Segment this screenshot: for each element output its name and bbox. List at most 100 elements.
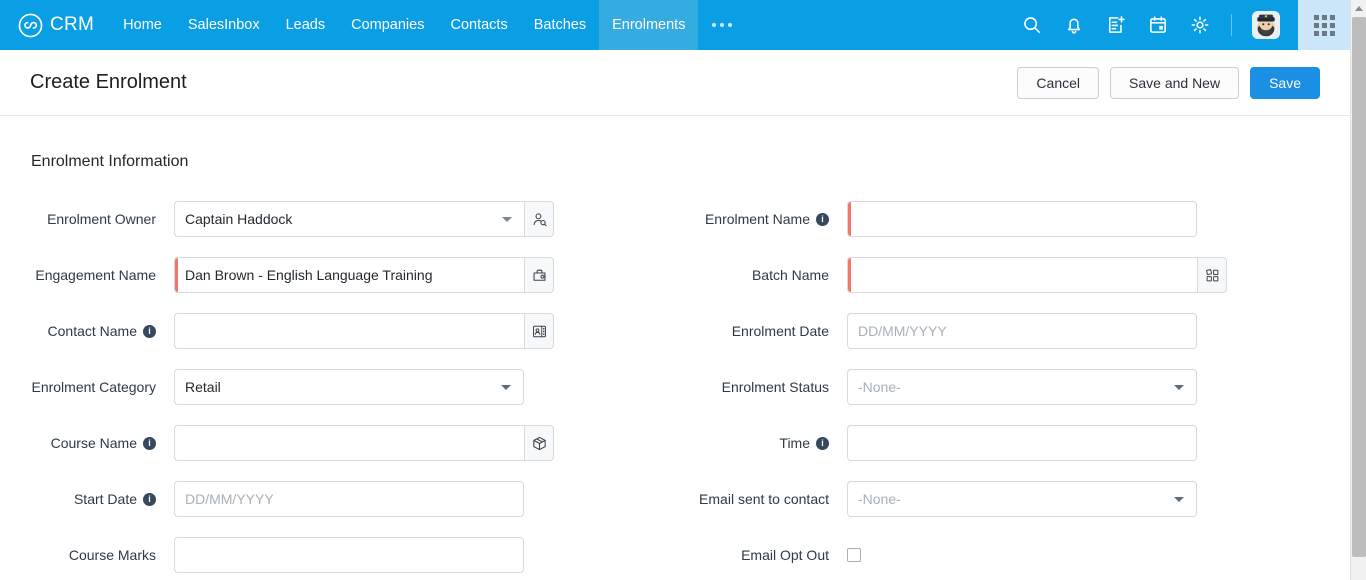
chevron-down-icon[interactable]	[1174, 385, 1184, 390]
package-box-icon	[532, 436, 546, 450]
input-batch-name[interactable]	[847, 257, 1197, 293]
form-columns: Enrolment Owner Captain Haddock Engagement…	[0, 171, 1350, 580]
input-engagement-name[interactable]: Dan Brown - English Language Training	[174, 257, 524, 293]
chevron-down-icon[interactable]	[501, 385, 511, 390]
label-text: Course Name	[50, 435, 137, 451]
info-icon[interactable]: i	[143, 492, 156, 506]
chevron-down-icon[interactable]	[1174, 497, 1184, 502]
nav-item-batches[interactable]: Batches	[521, 0, 599, 50]
input-course-name[interactable]	[174, 425, 524, 461]
bell-icon[interactable]	[1063, 14, 1085, 36]
control-email-sent-to-contact: -None-	[847, 481, 1197, 517]
info-icon[interactable]: i	[816, 436, 829, 450]
field-email-opt-out: Email Opt Out	[675, 527, 1350, 580]
field-time: Time i	[675, 415, 1350, 471]
label-contact-name: Contact Name i	[0, 323, 174, 339]
nav-item-companies[interactable]: Companies	[338, 0, 437, 50]
avatar[interactable]	[1252, 11, 1280, 39]
field-course-marks: Course Marks	[0, 527, 675, 580]
info-icon[interactable]: i	[816, 212, 829, 226]
input-enrolment-name[interactable]	[847, 201, 1197, 237]
input-placeholder: -None-	[858, 379, 901, 395]
field-enrolment-category: Enrolment Category Retail	[0, 359, 675, 415]
input-contact-name[interactable]	[174, 313, 524, 349]
input-course-marks[interactable]	[174, 537, 524, 573]
control-course-name	[174, 425, 554, 461]
control-enrolment-status: -None-	[847, 369, 1197, 405]
field-enrolment-name: Enrolment Name i	[675, 191, 1350, 247]
section-title: Enrolment Information	[31, 153, 189, 170]
search-icon[interactable]	[1021, 14, 1043, 36]
control-start-date: DD/MM/YYYY	[174, 481, 524, 517]
engagement-briefcase-lookup-button[interactable]	[524, 257, 554, 293]
app-switcher-button[interactable]	[1298, 0, 1350, 50]
label-text: Batch Name	[751, 267, 829, 283]
label-course-marks: Course Marks	[0, 547, 174, 563]
input-value: Captain Haddock	[185, 211, 293, 227]
zoho-loop-logo-icon	[18, 13, 43, 37]
label-engagement-name: Engagement Name	[0, 267, 174, 283]
nav-item-leads[interactable]: Leads	[273, 0, 339, 50]
input-enrolment-date[interactable]: DD/MM/YYYY	[847, 313, 1197, 349]
control-enrolment-owner: Captain Haddock	[174, 201, 554, 237]
nav-item-salesinbox[interactable]: SalesInbox	[175, 0, 273, 50]
field-start-date: Start Date i DD/MM/YYYY	[0, 471, 675, 527]
input-enrolment-category[interactable]: Retail	[174, 369, 524, 405]
brand-label: CRM	[50, 14, 95, 35]
cancel-button[interactable]: Cancel	[1017, 66, 1100, 99]
input-enrolment-status[interactable]: -None-	[847, 369, 1197, 405]
control-enrolment-date: DD/MM/YYYY	[847, 313, 1197, 349]
package-box-lookup-button[interactable]	[524, 425, 554, 461]
label-text: Start Date	[73, 491, 137, 507]
input-placeholder: -None-	[858, 491, 901, 507]
app-grid-icon	[1313, 14, 1335, 36]
label-text: Enrolment Owner	[47, 211, 156, 227]
label-enrolment-category: Enrolment Category	[0, 379, 174, 395]
input-value: Retail	[185, 379, 221, 395]
input-start-date[interactable]: DD/MM/YYYY	[174, 481, 524, 517]
input-email-sent-to-contact[interactable]: -None-	[847, 481, 1197, 517]
scrollbar-thumb[interactable]	[1352, 17, 1366, 557]
control-email-opt-out	[847, 548, 861, 562]
input-placeholder: DD/MM/YYYY	[185, 491, 274, 507]
user-search-icon	[533, 212, 547, 226]
field-batch-name: Batch Name	[675, 247, 1350, 303]
nav-item-home[interactable]: Home	[110, 0, 175, 50]
input-enrolment-owner[interactable]: Captain Haddock	[174, 201, 524, 237]
info-icon[interactable]: i	[143, 436, 156, 450]
control-enrolment-category: Retail	[174, 369, 524, 405]
label-text: Course Marks	[68, 547, 156, 563]
label-text: Enrolment Date	[731, 323, 829, 339]
save-and-new-button[interactable]: Save and New	[1110, 66, 1240, 99]
user-search-lookup-button[interactable]	[524, 201, 554, 237]
calendar-icon[interactable]	[1147, 14, 1169, 36]
save-button[interactable]: Save	[1250, 66, 1320, 99]
field-enrolment-date: Enrolment Date DD/MM/YYYY	[675, 303, 1350, 359]
field-contact-name: Contact Name i	[0, 303, 675, 359]
label-text: Engagement Name	[35, 267, 156, 283]
nav-more-button[interactable]	[698, 0, 746, 50]
field-enrolment-status: Enrolment Status -None-	[675, 359, 1350, 415]
info-icon[interactable]: i	[143, 324, 156, 338]
label-course-name: Course Name i	[0, 435, 174, 451]
batch-grid-icon	[1205, 268, 1218, 281]
input-time[interactable]	[847, 425, 1197, 461]
checkbox-email-opt-out[interactable]	[847, 548, 861, 562]
label-text: Enrolment Category	[31, 379, 156, 395]
scroll-up-arrow-icon[interactable]	[1351, 0, 1366, 17]
vertical-scrollbar[interactable]	[1350, 0, 1366, 580]
chevron-down-icon[interactable]	[502, 217, 512, 222]
nav-item-enrolments[interactable]: Enrolments	[599, 0, 699, 50]
gear-icon[interactable]	[1189, 14, 1211, 36]
label-enrolment-date: Enrolment Date	[675, 323, 847, 339]
batch-grid-lookup-button[interactable]	[1197, 257, 1227, 293]
form-content: Enrolment Information Enrolment Owner Cap…	[0, 116, 1350, 580]
nav-divider	[1231, 14, 1232, 36]
label-text: Time	[779, 435, 810, 451]
note-add-icon[interactable]	[1105, 14, 1127, 36]
label-text: Contact Name	[47, 323, 137, 339]
nav-item-contacts[interactable]: Contacts	[437, 0, 520, 50]
contact-card-lookup-button[interactable]	[524, 313, 554, 349]
crm-logo[interactable]: CRM	[0, 13, 110, 38]
ellipsis-icon	[712, 23, 733, 27]
